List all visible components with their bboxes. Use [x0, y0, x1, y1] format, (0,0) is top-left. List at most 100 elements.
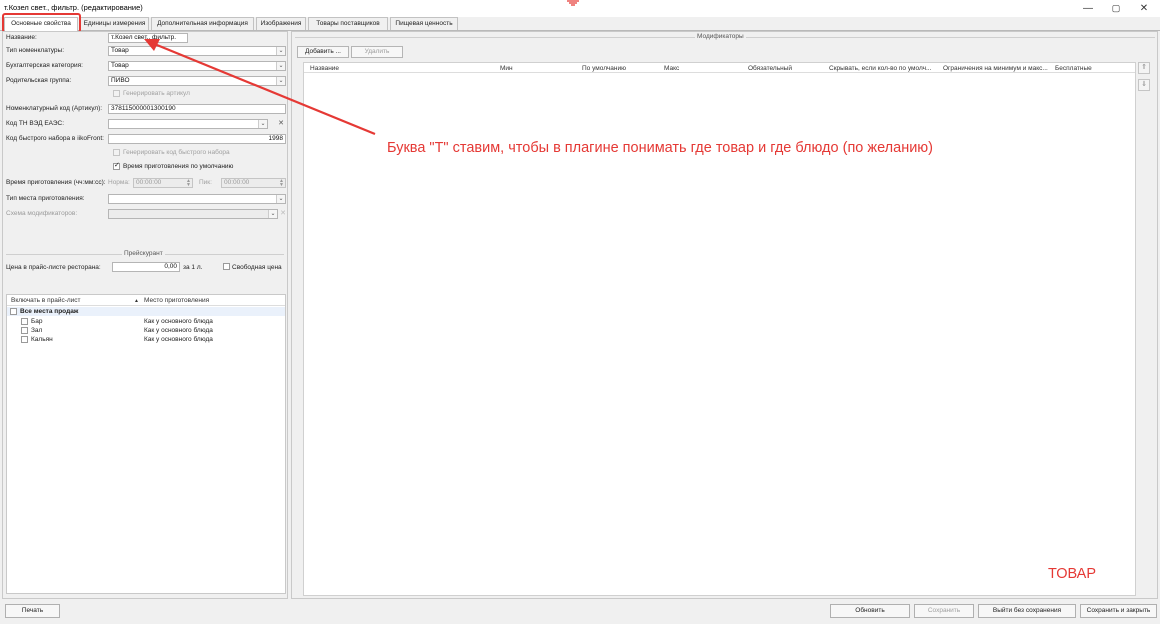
modifiers-panel: Модификаторы Добавить ... Удалить Назван…: [291, 31, 1158, 599]
tab-highlight-frame: [2, 13, 81, 33]
table-row[interactable]: Зал Как у основного блюда: [7, 326, 285, 335]
maximize-button[interactable]: ▢: [1102, 0, 1130, 16]
tab-bar: Основные свойства Единицы измерения Допо…: [0, 16, 1160, 31]
pricelist-table-header: Включать в прайс-лист ▲ Место приготовле…: [7, 295, 285, 306]
pricelist-title: Прейскурант: [122, 250, 165, 257]
spinner-arrows-icon[interactable]: ▲ ▼: [185, 179, 192, 188]
default-time-label: Время приготовления по умолчанию: [123, 163, 234, 170]
spinner-arrows-icon[interactable]: ▲ ▼: [278, 179, 285, 188]
sort-asc-icon[interactable]: ▲: [134, 298, 139, 304]
name-value: т.Козел свет., фильтр.: [111, 34, 177, 41]
app-logo-icon: [567, 0, 579, 6]
quick-code-label: Код быстрого набора в iikoFront:: [6, 135, 104, 142]
chevron-down-icon[interactable]: ⌄: [276, 77, 285, 85]
close-button[interactable]: ✕: [1130, 0, 1158, 16]
type-value: Товар: [111, 47, 129, 54]
tovar-label: ТОВАР: [1048, 566, 1097, 582]
table-row[interactable]: Кальян Как у основного блюда: [7, 335, 285, 344]
place-type-label: Тип места приготовления:: [6, 195, 85, 202]
place-type-select[interactable]: ⌄: [108, 194, 286, 204]
default-time-checkbox[interactable]: [113, 161, 120, 170]
mod-scheme-label: Схема модификаторов:: [6, 210, 78, 217]
add-modifier-button[interactable]: Добавить ...: [297, 46, 349, 58]
name-input[interactable]: т.Козел свет., фильтр.: [108, 33, 188, 43]
row-checkbox[interactable]: [10, 308, 17, 315]
gen-article-checkbox[interactable]: [113, 90, 120, 97]
col-default[interactable]: По умолчанию: [582, 65, 626, 72]
col-hide-if-default[interactable]: Скрывать, если кол-во по умолч...: [829, 65, 931, 72]
table-row[interactable]: Бар Как у основного блюда: [7, 317, 285, 326]
acc-category-label: Бухгалтерская категория:: [6, 62, 83, 69]
move-up-icon[interactable]: ⇑: [1138, 62, 1150, 74]
article-input[interactable]: 378115000001300190: [108, 104, 286, 114]
price-unit: за 1 л.: [183, 264, 203, 271]
table-row[interactable]: Все места продаж: [7, 307, 285, 316]
title-bar: т.Козел свет., фильтр. (редактирование) …: [0, 0, 1160, 17]
acc-category-value: Товар: [111, 62, 129, 69]
exit-without-save-button[interactable]: Выйти без сохранения: [978, 604, 1076, 618]
tab-images[interactable]: Изображения: [256, 17, 306, 30]
col-name[interactable]: Название: [310, 65, 339, 72]
col-include[interactable]: Включать в прайс-лист: [11, 297, 81, 304]
article-label: Номенклатурный код (Артикул):: [6, 105, 103, 112]
tn-ved-label: Код ТН ВЭД ЕАЭС:: [6, 120, 65, 127]
tab-nutrition[interactable]: Пищевая ценность: [390, 17, 458, 30]
save-button[interactable]: Сохранить: [914, 604, 974, 618]
row-name: Все места продаж: [20, 308, 79, 315]
tn-ved-select[interactable]: ⌄: [108, 119, 268, 129]
row-place: Как у основного блюда: [144, 327, 213, 334]
row-checkbox[interactable]: [21, 318, 28, 325]
annotation-text: Буква "Т" ставим, чтобы в плагине понима…: [387, 140, 934, 156]
row-name: Кальян: [31, 336, 53, 343]
main-properties-panel: Название: т.Козел свет., фильтр. Тип ном…: [2, 31, 288, 599]
chevron-down-icon[interactable]: ⌄: [276, 62, 285, 70]
type-select[interactable]: Товар ⌄: [108, 46, 286, 56]
norm-time-input[interactable]: 00:00:00 ▲ ▼: [133, 178, 193, 188]
mod-scheme-select: ⌄: [108, 209, 278, 219]
row-name: Бар: [31, 318, 43, 325]
modifiers-table-header: Название Мин По умолчанию Макс Обязатель…: [304, 63, 1135, 73]
col-min-max-limits[interactable]: Ограничения на минимум и макс...: [943, 65, 1048, 72]
col-place[interactable]: Место приготовления: [144, 297, 209, 304]
clear-icon: ✕: [280, 210, 286, 217]
acc-category-select[interactable]: Товар ⌄: [108, 61, 286, 71]
quick-code-input[interactable]: 1998: [108, 134, 286, 144]
window-title: т.Козел свет., фильтр. (редактирование): [4, 3, 143, 12]
row-checkbox[interactable]: [21, 327, 28, 334]
article-value: 378115000001300190: [111, 105, 176, 112]
modifiers-title: Модификаторы: [695, 33, 746, 40]
parent-group-select[interactable]: ПИВО ⌄: [108, 76, 286, 86]
peak-time-input[interactable]: 00:00:00 ▲ ▼: [221, 178, 286, 188]
gen-article-label: Генерировать артикул: [123, 90, 190, 97]
chevron-down-icon[interactable]: ⌄: [258, 120, 267, 128]
col-max[interactable]: Макс: [664, 65, 679, 72]
parent-group-value: ПИВО: [111, 77, 130, 84]
peak-time-value: 00:00:00: [224, 179, 250, 186]
row-checkbox[interactable]: [21, 336, 28, 343]
clear-icon[interactable]: ✕: [277, 120, 285, 128]
gen-quick-checkbox[interactable]: [113, 149, 120, 156]
chevron-down-icon[interactable]: ⌄: [276, 195, 285, 203]
norm-time-value: 00:00:00: [136, 179, 162, 186]
delete-modifier-button[interactable]: Удалить: [351, 46, 403, 58]
price-value: 0,00: [164, 263, 177, 270]
print-button[interactable]: Печать: [5, 604, 60, 618]
row-name: Зал: [31, 327, 43, 334]
gen-quick-label: Генерировать код быстрого набора: [123, 149, 230, 156]
minimize-button[interactable]: —: [1074, 0, 1102, 16]
refresh-button[interactable]: Обновить: [830, 604, 910, 618]
col-required[interactable]: Обязательный: [748, 65, 792, 72]
tab-additional-info[interactable]: Дополнительная информация: [151, 17, 254, 30]
move-down-icon[interactable]: ⇓: [1138, 79, 1150, 91]
chevron-down-icon: ⌄: [268, 210, 277, 218]
cook-time-label: Время приготовления (чч:мм:сс):: [6, 179, 106, 186]
price-input[interactable]: 0,00: [112, 262, 180, 272]
free-price-checkbox[interactable]: [223, 263, 230, 270]
tab-units[interactable]: Единицы измерения: [80, 17, 149, 30]
save-and-close-button[interactable]: Сохранить и закрыть: [1080, 604, 1157, 618]
chevron-down-icon[interactable]: ⌄: [276, 47, 285, 55]
tab-supplier-goods[interactable]: Товары поставщиков: [308, 17, 388, 30]
col-min[interactable]: Мин: [500, 65, 513, 72]
footer-bar: Печать Обновить Сохранить Выйти без сохр…: [0, 600, 1160, 624]
col-free[interactable]: Бесплатные: [1055, 65, 1092, 72]
